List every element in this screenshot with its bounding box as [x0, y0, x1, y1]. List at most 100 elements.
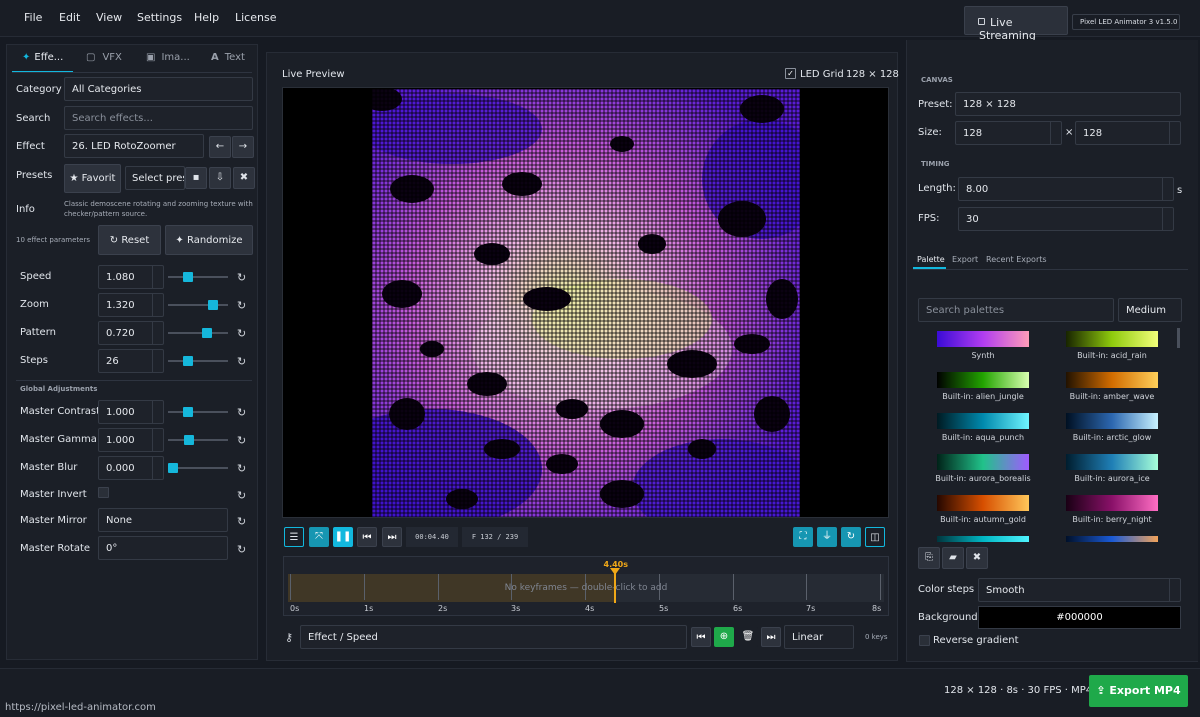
- prev-keyframe-button[interactable]: ⏮: [691, 627, 711, 647]
- palette-scrollbar[interactable]: [1177, 328, 1180, 348]
- reset-mirror-icon[interactable]: ↻: [237, 515, 246, 528]
- palette-swatch[interactable]: [937, 372, 1029, 388]
- reset-rotate-icon[interactable]: ↻: [237, 543, 246, 556]
- palette-swatch[interactable]: [937, 454, 1029, 470]
- palette-swatch[interactable]: [1066, 331, 1158, 347]
- pattern-slider[interactable]: [168, 332, 228, 334]
- reset-steps-icon[interactable]: ↻: [237, 355, 246, 368]
- steps-slider-thumb[interactable]: [183, 356, 193, 366]
- add-keyframe-button[interactable]: ⊕: [714, 627, 734, 647]
- menu-file[interactable]: File: [24, 11, 42, 24]
- skip-back-button[interactable]: ⏮: [357, 527, 377, 547]
- fit-button[interactable]: ⤧: [309, 527, 329, 547]
- effect-select[interactable]: 26. LED RotoZoomer: [64, 134, 204, 158]
- pattern-input[interactable]: 0.720: [98, 321, 164, 345]
- reset-pattern-icon[interactable]: ↻: [237, 327, 246, 340]
- palette-swatch[interactable]: [1066, 454, 1158, 470]
- palette-list[interactable]: Synth Built-in: acid_rain Built-in: alie…: [918, 326, 1184, 542]
- preset-select[interactable]: Select prese: [125, 166, 185, 190]
- palette-swatch[interactable]: [937, 495, 1029, 511]
- playhead-handle[interactable]: [609, 568, 620, 575]
- delete-palette-button[interactable]: ✖: [966, 547, 988, 569]
- open-palette-button[interactable]: ▰: [942, 547, 964, 569]
- led-grid-checkbox[interactable]: ✓: [785, 68, 796, 79]
- delete-keyframe-button[interactable]: 🗑: [738, 627, 758, 647]
- tab-vfx[interactable]: ▢ VFX: [86, 52, 122, 63]
- interpolation-select[interactable]: Linear: [784, 625, 854, 649]
- palette-swatch[interactable]: [937, 536, 1029, 542]
- speed-slider-thumb[interactable]: [183, 272, 193, 282]
- plug-button[interactable]: ⏚: [817, 527, 837, 547]
- master-mirror-select[interactable]: None: [98, 508, 228, 532]
- master-rotate-select[interactable]: 0°: [98, 536, 228, 560]
- master-blur-input[interactable]: 0.000: [98, 456, 164, 480]
- fullscreen-button[interactable]: ⛶: [793, 527, 813, 547]
- import-palette-button[interactable]: ⎘: [918, 547, 940, 569]
- zoom-slider-thumb[interactable]: [208, 300, 218, 310]
- menu-settings[interactable]: Settings: [137, 11, 182, 24]
- reset-invert-icon[interactable]: ↻: [237, 489, 246, 502]
- palette-swatch[interactable]: [1066, 495, 1158, 511]
- width-input[interactable]: 128: [955, 121, 1062, 145]
- steps-input[interactable]: 26: [98, 349, 164, 373]
- reset-master-blur-icon[interactable]: ↻: [237, 462, 246, 475]
- tab-image[interactable]: ▣ Ima...: [146, 52, 190, 63]
- length-input[interactable]: 8.00: [958, 177, 1174, 201]
- fps-input[interactable]: 30: [958, 207, 1174, 231]
- prev-effect-button[interactable]: ←: [209, 136, 231, 158]
- loop-button[interactable]: ↻: [841, 527, 861, 547]
- zoom-slider[interactable]: [168, 304, 228, 306]
- zoom-input[interactable]: 1.320: [98, 293, 164, 317]
- menu-help[interactable]: Help: [194, 11, 219, 24]
- master-invert-checkbox[interactable]: [98, 487, 109, 498]
- randomize-button[interactable]: ✦ Randomize: [165, 225, 253, 255]
- menu-license[interactable]: License: [235, 11, 276, 24]
- tab-recent-exports[interactable]: Recent Exports: [986, 255, 1047, 264]
- reset-speed-icon[interactable]: ↻: [237, 271, 246, 284]
- website-url[interactable]: https://pixel-led-animator.com: [5, 702, 156, 713]
- pause-button[interactable]: ❚❚: [333, 527, 353, 547]
- canvas-preset-select[interactable]: 128 × 128: [955, 92, 1181, 116]
- effect-search-input[interactable]: Search effects...: [64, 106, 253, 130]
- reset-master-contrast-icon[interactable]: ↻: [237, 406, 246, 419]
- keyframe-target-select[interactable]: Effect / Speed: [300, 625, 687, 649]
- master-blur-slider-thumb[interactable]: [168, 463, 178, 473]
- reverse-gradient-checkbox[interactable]: [919, 635, 930, 646]
- palette-swatch[interactable]: [937, 331, 1029, 347]
- height-input[interactable]: 128: [1075, 121, 1181, 145]
- next-effect-button[interactable]: →: [232, 136, 254, 158]
- palette-swatch[interactable]: [1066, 372, 1158, 388]
- background-color-input[interactable]: #000000: [978, 606, 1181, 629]
- pattern-slider-thumb[interactable]: [202, 328, 212, 338]
- palette-swatch[interactable]: [1066, 536, 1158, 542]
- favorite-button[interactable]: ★ Favorit: [64, 164, 121, 193]
- master-gamma-slider[interactable]: [168, 439, 228, 441]
- delete-preset-button[interactable]: ✖: [233, 167, 255, 189]
- master-contrast-slider[interactable]: [168, 411, 228, 413]
- reset-button[interactable]: ↻ Reset: [98, 225, 161, 255]
- download-preset-button[interactable]: ⇩: [209, 167, 231, 189]
- menu-toggle-button[interactable]: ☰: [284, 527, 304, 547]
- export-mp4-button[interactable]: ⇪ Export MP4: [1089, 675, 1188, 707]
- tab-palette[interactable]: Palette: [917, 255, 945, 264]
- save-preset-button[interactable]: ▪: [185, 167, 207, 189]
- next-keyframe-button[interactable]: ⏭: [761, 627, 781, 647]
- preview-canvas[interactable]: [282, 87, 889, 518]
- palette-search-input[interactable]: Search palettes: [918, 298, 1114, 322]
- master-contrast-slider-thumb[interactable]: [183, 407, 193, 417]
- palette-swatch[interactable]: [937, 413, 1029, 429]
- palette-size-select[interactable]: Medium: [1118, 298, 1182, 322]
- reset-zoom-icon[interactable]: ↻: [237, 299, 246, 312]
- palette-swatch[interactable]: [1066, 413, 1158, 429]
- master-gamma-input[interactable]: 1.000: [98, 428, 164, 452]
- live-streaming-button[interactable]: Live Streaming: [964, 6, 1068, 42]
- category-select[interactable]: All Categories: [64, 77, 253, 101]
- split-view-button[interactable]: ◫: [865, 527, 885, 547]
- skip-forward-button[interactable]: ⏭: [382, 527, 402, 547]
- master-contrast-input[interactable]: 1.000: [98, 400, 164, 424]
- color-steps-select[interactable]: Smooth: [978, 578, 1181, 602]
- speed-input[interactable]: 1.080: [98, 265, 164, 289]
- steps-slider[interactable]: [168, 360, 228, 362]
- speed-slider[interactable]: [168, 276, 228, 278]
- tab-export[interactable]: Export: [952, 255, 978, 264]
